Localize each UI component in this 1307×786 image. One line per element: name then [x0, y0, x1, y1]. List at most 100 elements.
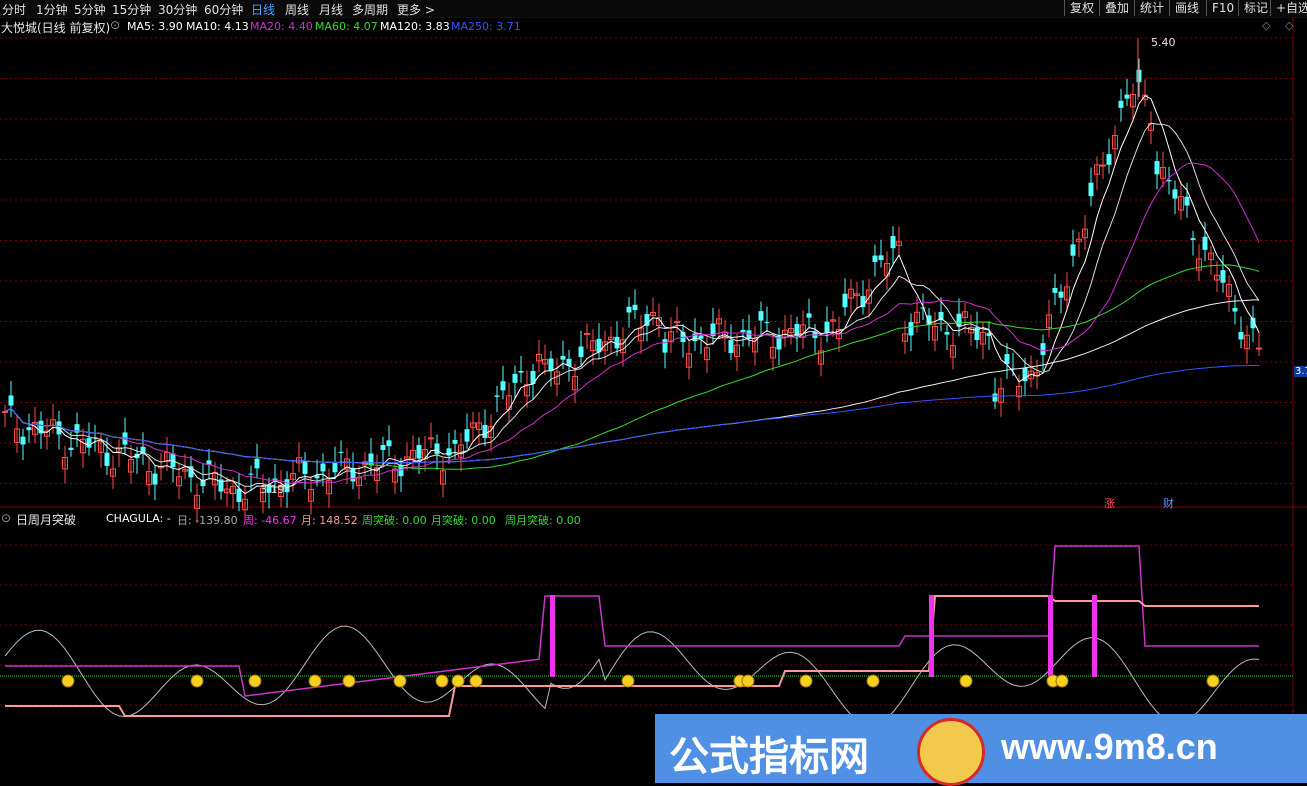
- draw-button[interactable]: 画线: [1169, 0, 1204, 16]
- tab-15min[interactable]: 15分钟: [112, 1, 151, 18]
- month-breakout-value: 月突破: 0.00: [431, 514, 496, 527]
- ma20-label: MA20: 4.40: [250, 20, 313, 33]
- tab-30min[interactable]: 30分钟: [158, 1, 197, 18]
- smiley-icon: [435, 674, 449, 688]
- watermark-url: www.9m8.cn: [1001, 726, 1218, 767]
- candle-body-down: [992, 393, 998, 402]
- candle-body-up: [2, 411, 8, 413]
- candle-body-down: [482, 424, 488, 439]
- week-value: 周: -46.67: [243, 514, 297, 527]
- event-tag-up[interactable]: 涨: [1104, 495, 1115, 511]
- candle-body-down: [8, 395, 14, 406]
- smiley-icon: [1206, 674, 1220, 688]
- tab-5min[interactable]: 5分钟: [74, 1, 106, 18]
- candle-body-down: [614, 336, 620, 349]
- candle-body-down: [1238, 332, 1244, 340]
- chart-canvas: [0, 17, 1307, 727]
- candle-body-up: [1100, 164, 1106, 167]
- smiley-icon: [621, 674, 635, 688]
- month-line: [5, 595, 1259, 717]
- month-value: 月: 148.52: [301, 514, 358, 527]
- smiley-icon: [342, 674, 356, 688]
- overlay-button[interactable]: 叠加: [1099, 0, 1134, 16]
- smiley-icon: [741, 674, 755, 688]
- breakout-bar: [1048, 595, 1053, 677]
- candle-body-down: [1118, 100, 1124, 108]
- settings-icon[interactable]: ◇: [1285, 19, 1293, 32]
- current-price-tag: 3.7: [1294, 366, 1307, 377]
- candle-body-down: [1232, 308, 1238, 312]
- candle-body-down: [560, 356, 566, 360]
- candle-body-down: [68, 447, 74, 450]
- week-line: [5, 545, 1259, 697]
- candle-body-down: [764, 322, 770, 324]
- diamond-icon[interactable]: ◇: [1262, 19, 1270, 32]
- candle-body-down: [518, 370, 524, 373]
- ma120-label: MA120: 3.83: [380, 20, 450, 33]
- candle-body-down: [578, 346, 584, 358]
- tab-60min[interactable]: 60分钟: [204, 1, 243, 18]
- candle-body-down: [1220, 270, 1226, 283]
- candle-body-down: [878, 255, 884, 260]
- candle-body-down: [152, 473, 158, 485]
- candle-body-down: [740, 329, 746, 333]
- candle-body-down: [872, 255, 878, 262]
- candle-body-down: [302, 461, 308, 475]
- smiley-icon: [866, 674, 880, 688]
- tab-fenshi[interactable]: 分时: [2, 1, 26, 18]
- candle-body-down: [464, 429, 470, 442]
- candle-body-down: [1052, 287, 1058, 293]
- fuquan-button[interactable]: 复权: [1064, 0, 1099, 16]
- candle-body-down: [20, 436, 26, 445]
- candle-body-down: [452, 439, 458, 444]
- smiley-icon: [61, 674, 75, 688]
- ma10-label: MA10: 4.13: [186, 20, 249, 33]
- candle-body-down: [236, 488, 242, 503]
- candle-body-down: [824, 321, 830, 333]
- ma20-line: [4, 162, 1260, 484]
- watermark-logo-icon: [917, 718, 985, 786]
- f10-button[interactable]: F10: [1206, 0, 1239, 16]
- candle-body-up: [428, 437, 434, 440]
- tab-multi-period[interactable]: 多周期: [352, 1, 388, 18]
- candle-body-down: [1190, 238, 1196, 240]
- candle-body-down: [842, 293, 848, 308]
- smiley-icon: [469, 674, 483, 688]
- candle-body-down: [1058, 291, 1064, 298]
- candle-body-down: [1172, 189, 1178, 199]
- candle-body-down: [944, 332, 950, 335]
- candle-body-down: [26, 427, 32, 431]
- grid: [0, 17, 1307, 715]
- week-month-breakout-value: 周月突破: 0.00: [505, 514, 581, 527]
- candle-body-down: [494, 395, 500, 397]
- add-watchlist-button[interactable]: +自选: [1270, 0, 1307, 16]
- candle-body-down: [500, 381, 506, 391]
- candle-body-down: [758, 311, 764, 321]
- candle-body-down: [806, 313, 812, 318]
- tab-weekly[interactable]: 周线: [285, 1, 309, 18]
- candle-body-down: [284, 479, 290, 493]
- indicator-collapse-icon[interactable]: ⊙: [1, 511, 11, 525]
- tab-more[interactable]: 更多 >: [397, 1, 435, 18]
- period-toolbar: 分时 1分钟 5分钟 15分钟 30分钟 60分钟 日线 周线 月线 多周期 更…: [0, 0, 1307, 18]
- indicator-lines: [0, 545, 1293, 727]
- candle-body-up: [674, 321, 680, 324]
- candle-body-down: [698, 335, 704, 339]
- event-tag-finance[interactable]: 财: [1163, 495, 1174, 511]
- stats-button[interactable]: 统计: [1134, 0, 1169, 16]
- tab-1min[interactable]: 1分钟: [36, 1, 68, 18]
- mark-button[interactable]: 标记: [1238, 0, 1273, 16]
- week-breakout-value: 周突破: 0.00: [362, 514, 427, 527]
- smiley-icon: [451, 674, 465, 688]
- candle-body-down: [1040, 343, 1046, 356]
- tab-daily[interactable]: 日线: [251, 1, 275, 18]
- candle-body-down: [416, 445, 422, 459]
- chagula-value: CHAGULA: -: [106, 512, 171, 525]
- high-price-marker: 5.40: [1151, 36, 1176, 49]
- candle-body-down: [368, 453, 374, 466]
- tab-monthly[interactable]: 月线: [319, 1, 343, 18]
- collapse-icon[interactable]: ⊙: [110, 18, 120, 32]
- smiley-icon: [1055, 674, 1069, 688]
- candle-body-down: [1184, 196, 1190, 206]
- smiley-icon: [393, 674, 407, 688]
